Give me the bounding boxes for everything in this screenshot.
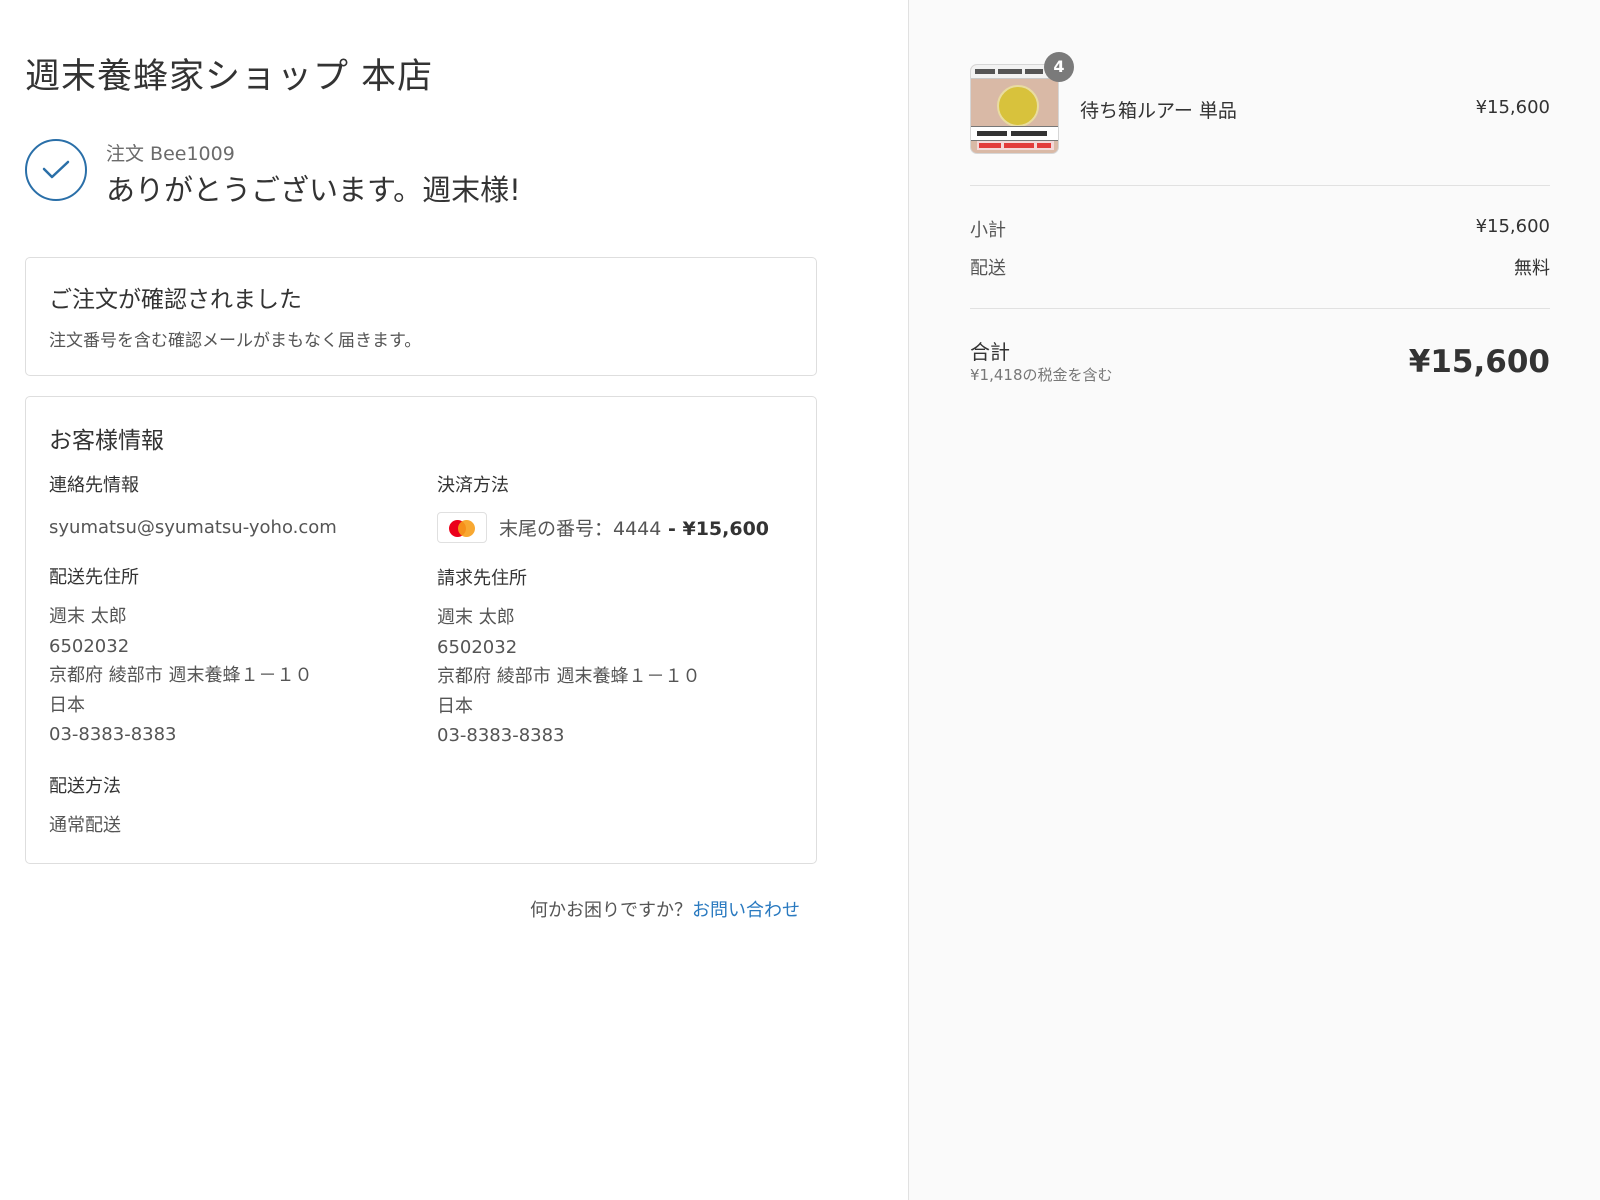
payment-card-ending: 末尾の番号：4444 - ¥15,600 — [499, 514, 769, 541]
order-confirmed-card: ご注文が確認されました 注文番号を含む確認メールがまもなく届きます。 — [25, 257, 817, 376]
shipping-method: 配送方法 通常配送 — [49, 776, 419, 841]
product-name: 待ち箱ルアー 単品 — [1080, 100, 1237, 122]
shipping-address-name: 週末 太郎 — [49, 606, 127, 627]
payment-card-text: 末尾の番号：4444 — [499, 517, 662, 540]
shipping-address-country: 日本 — [49, 694, 85, 716]
total-label: 合計 — [970, 340, 1010, 364]
contact-label: 連絡先情報 — [49, 475, 139, 496]
customer-info-card: お客様情報 連絡先情報 syumatsu@syumatsu-yoho.com 決… — [25, 396, 817, 864]
shipping-method-value: 通常配送 — [49, 815, 121, 836]
billing-address-phone: 03-8383-8383 — [437, 725, 565, 746]
billing-address-postal: 6502032 — [437, 636, 518, 658]
shipping-value: 無料 — [1514, 258, 1550, 279]
product-thumbnail — [970, 64, 1059, 154]
billing-address-label: 請求先住所 — [437, 568, 527, 589]
confirmed-title: ご注文が確認されました — [49, 287, 302, 313]
subtotal-row: 小計 ¥15,600 — [970, 216, 1550, 241]
shipping-address: 配送先住所 週末 太郎 6502032 京都府 綾部市 週末養蜂１－１０ 日本 … — [49, 567, 419, 750]
line-item: 4 待ち箱ルアー 単品 ¥15,600 — [970, 52, 1550, 156]
order-number: 注文 Bee1009 — [106, 143, 235, 165]
customer-info-title: お客様情報 — [49, 428, 164, 454]
help-footer: 何かお困りですか？お問い合わせ — [530, 896, 800, 922]
shipping-address-postal: 6502032 — [49, 635, 130, 657]
shipping-method-label: 配送方法 — [49, 776, 121, 797]
quantity-badge: 4 — [1044, 52, 1074, 82]
product-price: ¥15,600 — [1475, 97, 1550, 118]
shipping-address-street: 京都府 綾部市 週末養蜂１－１０ — [49, 665, 313, 686]
shipping-row: 配送 無料 — [970, 254, 1550, 279]
payment-amount: - ¥15,600 — [661, 517, 770, 540]
shop-title[interactable]: 週末養蜂家ショップ 本店 — [25, 48, 433, 99]
billing-address: 請求先住所 週末 太郎 6502032 京都府 綾部市 週末養蜂１－１０ 日本 … — [437, 568, 807, 751]
shipping-label: 配送 — [970, 258, 1006, 279]
billing-address-name: 週末 太郎 — [437, 607, 515, 628]
payment-info: 決済方法 末尾の番号：4444 - ¥15,600 — [437, 475, 807, 544]
tax-note: ¥1,418の税金を含む — [970, 366, 1113, 384]
thank-you-section: 注文 Bee1009 ありがとうございます。週末様! — [25, 139, 805, 209]
total-row: 合計 ¥1,418の税金を含む ¥15,600 — [970, 336, 1550, 396]
payment-label: 決済方法 — [437, 475, 509, 496]
contact-email: syumatsu@syumatsu-yoho.com — [49, 517, 337, 538]
contact-us-link[interactable]: お問い合わせ — [692, 900, 800, 921]
checkmark-icon — [42, 160, 70, 179]
order-status-page: 週末養蜂家ショップ 本店 注文 Bee1009 ありがとうございます。週末様! … — [0, 0, 1600, 1200]
payment-row: 末尾の番号：4444 - ¥15,600 — [437, 510, 807, 544]
main-content: 週末養蜂家ショップ 本店 注文 Bee1009 ありがとうございます。週末様! … — [0, 0, 908, 1200]
summary-divider — [970, 185, 1550, 186]
order-summary: 4 待ち箱ルアー 単品 ¥15,600 小計 ¥15,600 配送 無料 合計 … — [908, 0, 1600, 1200]
checkmark-circle-icon — [25, 139, 87, 201]
summary-divider — [970, 308, 1550, 309]
subtotal-value: ¥15,600 — [1475, 216, 1550, 237]
thank-you-message: ありがとうございます。週末様! — [106, 173, 521, 207]
shipping-address-phone: 03-8383-8383 — [49, 724, 177, 745]
billing-address-country: 日本 — [437, 695, 473, 717]
shipping-address-label: 配送先住所 — [49, 567, 139, 588]
billing-address-street: 京都府 綾部市 週末養蜂１－１０ — [437, 666, 701, 687]
subtotal-label: 小計 — [970, 220, 1006, 241]
total-value: ¥15,600 — [1408, 344, 1550, 380]
help-text: 何かお困りですか？ — [530, 900, 692, 921]
billing-address-lines: 週末 太郎 6502032 京都府 綾部市 週末養蜂１－１０ 日本 03-838… — [437, 603, 807, 751]
confirmed-message: 注文番号を含む確認メールがまもなく届きます。 — [49, 331, 422, 351]
shipping-address-lines: 週末 太郎 6502032 京都府 綾部市 週末養蜂１－１０ 日本 03-838… — [49, 602, 419, 750]
contact-info: 連絡先情報 syumatsu@syumatsu-yoho.com — [49, 475, 419, 543]
mastercard-icon — [437, 511, 487, 543]
